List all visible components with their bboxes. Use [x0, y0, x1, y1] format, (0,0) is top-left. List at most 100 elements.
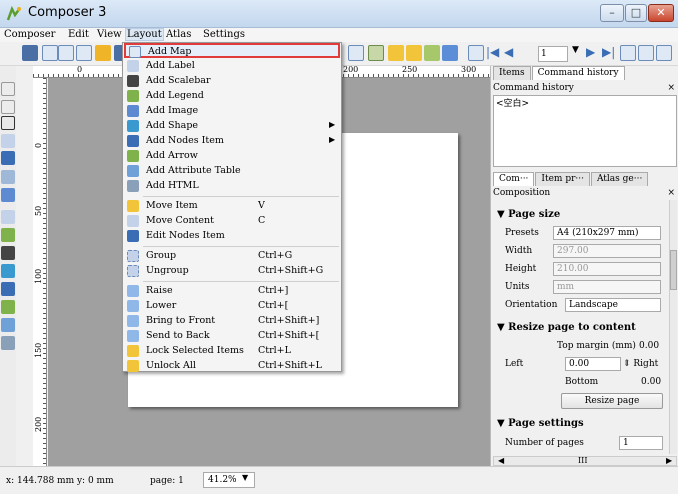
composer-manager-icon[interactable] [76, 45, 92, 61]
menu-item-add-attribute-table[interactable]: Add Attribute Table [124, 164, 340, 179]
align-items-icon[interactable] [442, 45, 458, 61]
export-atlas-icon[interactable] [638, 45, 654, 61]
add-image-tool-icon[interactable] [1, 188, 15, 202]
add-map-tool-icon[interactable] [1, 170, 15, 184]
atlas-preview-icon[interactable] [468, 45, 484, 61]
units-select[interactable]: mm [553, 280, 661, 294]
menu-layout[interactable]: Layout [125, 28, 164, 41]
menu-item-unlock-all[interactable]: Unlock All Ctrl+Shift+L [124, 359, 340, 374]
height-field[interactable]: 210.00 [553, 262, 661, 276]
arrow-icon [127, 150, 139, 162]
resize-page-button[interactable]: Resize page [561, 393, 663, 409]
close-panel-icon[interactable]: × [667, 187, 675, 199]
menu-item-raise[interactable]: Raise Ctrl+] [124, 284, 340, 299]
menu-item-move-item[interactable]: Move Item V [124, 199, 340, 214]
menu-item-move-content[interactable]: Move Content C [124, 214, 340, 229]
last-feature-icon[interactable]: ▶| [602, 45, 618, 61]
atlas-settings-icon[interactable] [656, 45, 672, 61]
menu-view[interactable]: View [97, 29, 122, 40]
menu-item-lower[interactable]: Lower Ctrl+[ [124, 299, 340, 314]
raise-items-icon[interactable] [424, 45, 440, 61]
menu-item-bring-to-front[interactable]: Bring to Front Ctrl+Shift+] [124, 314, 340, 329]
tab-atlas-generation[interactable]: Atlas ge··· [590, 172, 649, 186]
zoom-icon[interactable] [1, 100, 15, 114]
menu-item-add-shape[interactable]: Add Shape ▶ [124, 119, 340, 134]
add-shape-tool-icon[interactable] [1, 264, 15, 278]
page-size-heading[interactable]: ▼ Page size [497, 209, 560, 220]
ruler-tick-label: 250 [402, 65, 418, 74]
previous-feature-icon[interactable]: ◀ [504, 45, 520, 61]
command-history-list[interactable]: <空白> [493, 95, 677, 167]
menu-item-add-scalebar[interactable]: Add Scalebar [124, 74, 340, 89]
properties-vertical-scrollbar[interactable] [669, 200, 677, 454]
minimize-button[interactable]: – [600, 4, 624, 22]
first-feature-icon[interactable]: |◀ [486, 45, 502, 61]
menu-settings[interactable]: Settings [203, 29, 245, 40]
scrollbar-grip[interactable]: III [578, 456, 587, 465]
new-composer-icon[interactable] [42, 45, 58, 61]
menu-item-add-map[interactable]: Add Map [124, 43, 340, 58]
scroll-left-icon[interactable]: ◀ [498, 456, 504, 465]
print-atlas-icon[interactable] [620, 45, 636, 61]
menu-item-add-image[interactable]: Add Image [124, 104, 340, 119]
unlock-items-icon[interactable] [406, 45, 422, 61]
scroll-right-icon[interactable]: ▶ [666, 456, 672, 465]
menu-item-ungroup[interactable]: Ungroup Ctrl+Shift+G [124, 264, 340, 279]
move-item-icon [127, 200, 139, 212]
tab-items[interactable]: Items [493, 66, 531, 80]
presets-select[interactable]: A4 (210x297 mm) [553, 226, 661, 240]
add-html-tool-icon[interactable] [1, 336, 15, 350]
orientation-select[interactable]: Landscape [565, 298, 661, 312]
duplicate-composer-icon[interactable] [58, 45, 74, 61]
menu-item-add-arrow[interactable]: Add Arrow [124, 149, 340, 164]
save-icon[interactable] [22, 45, 38, 61]
add-nodes-tool-icon[interactable] [1, 282, 15, 296]
menu-edit[interactable]: Edit [68, 29, 89, 40]
close-button[interactable]: ✕ [648, 4, 674, 22]
select-move-item-icon[interactable] [1, 116, 15, 130]
group-items-icon[interactable] [368, 45, 384, 61]
left-margin-field[interactable]: 0.00 [565, 357, 621, 371]
add-label-tool-icon[interactable] [1, 210, 15, 224]
menu-item-add-label[interactable]: Add Label [124, 59, 340, 74]
page-size-heading-label: Page size [508, 209, 561, 220]
page-settings-heading[interactable]: ▼ Page settings [497, 418, 584, 429]
top-margin-value[interactable]: 0.00 [639, 341, 659, 351]
move-content-icon[interactable] [1, 134, 15, 148]
lock-items-icon[interactable] [388, 45, 404, 61]
tab-command-history[interactable]: Command history [531, 66, 625, 80]
open-folder-icon[interactable] [95, 45, 111, 61]
add-arrow-tool-icon[interactable] [1, 300, 15, 314]
properties-horizontal-scrollbar[interactable]: ◀ III ▶ [493, 456, 677, 466]
chevron-down-icon[interactable]: ▼ [242, 473, 248, 482]
menu-item-lock-selected-items[interactable]: Lock Selected Items Ctrl+L [124, 344, 340, 359]
bottom-margin-value[interactable]: 0.00 [641, 377, 661, 387]
menu-item-add-nodes-item[interactable]: Add Nodes Item ▶ [124, 134, 340, 149]
close-panel-icon[interactable]: × [667, 82, 675, 94]
next-feature-icon[interactable]: ▶ [586, 45, 602, 61]
width-field[interactable]: 297.00 [553, 244, 661, 258]
scrollbar-thumb[interactable] [670, 250, 677, 290]
add-table-tool-icon[interactable] [1, 318, 15, 332]
select-all-icon[interactable] [348, 45, 364, 61]
menu-composer[interactable]: Composer [4, 29, 55, 40]
pan-icon[interactable] [1, 82, 15, 96]
restore-button[interactable]: □ [625, 4, 647, 22]
resize-heading[interactable]: ▼ Resize page to content [497, 322, 636, 333]
edit-nodes-icon[interactable] [1, 151, 15, 165]
number-of-pages-field[interactable]: 1 [619, 436, 663, 450]
tab-item-properties[interactable]: Item pr··· [535, 172, 590, 186]
image-icon [127, 105, 139, 117]
menu-item-add-html[interactable]: Add HTML [124, 179, 340, 194]
menu-item-edit-nodes-item[interactable]: Edit Nodes Item [124, 229, 340, 244]
add-scalebar-tool-icon[interactable] [1, 246, 15, 260]
composition-title: Composition [493, 188, 551, 198]
menu-item-send-to-back[interactable]: Send to Back Ctrl+Shift+[ [124, 329, 340, 344]
add-legend-tool-icon[interactable] [1, 228, 15, 242]
menu-item-add-legend[interactable]: Add Legend [124, 89, 340, 104]
atlas-page-field[interactable]: 1 [538, 46, 568, 62]
menu-item-group[interactable]: Group Ctrl+G [124, 249, 340, 264]
tab-composition[interactable]: Com··· [493, 172, 535, 186]
command-history-entry[interactable]: <空白> [496, 96, 529, 109]
menu-atlas[interactable]: Atlas [166, 29, 191, 40]
